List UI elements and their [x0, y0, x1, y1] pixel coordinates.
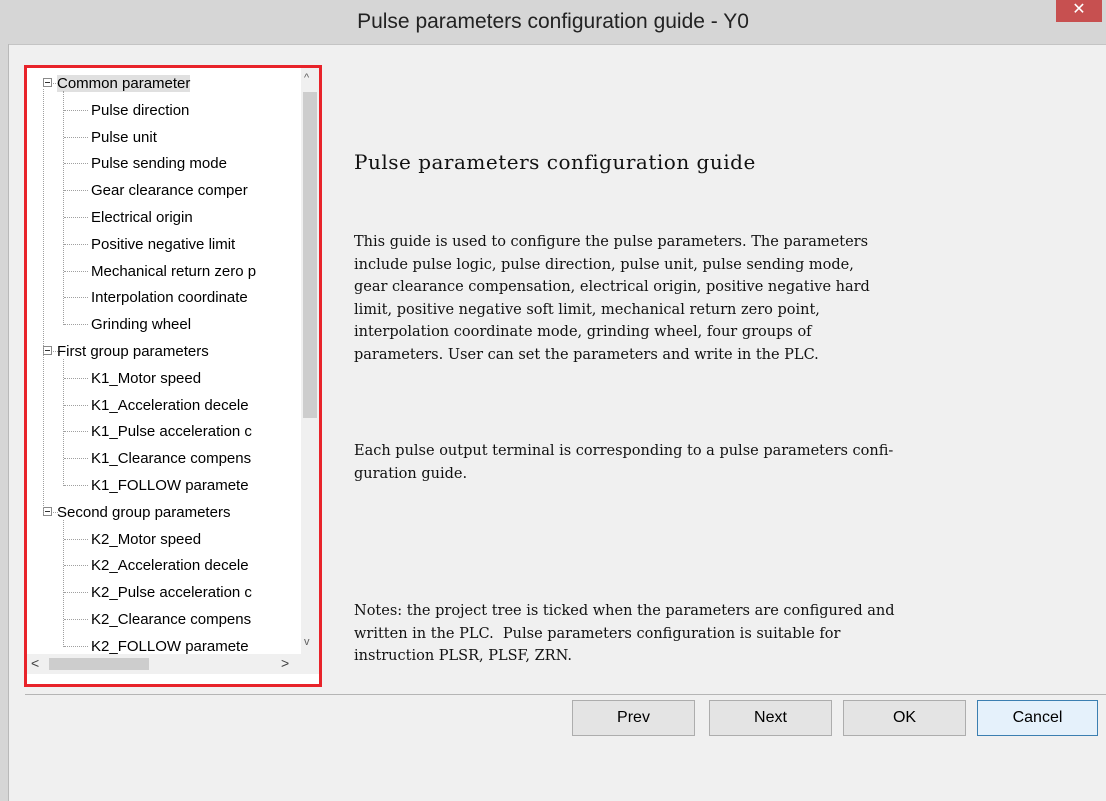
- window-title: Pulse parameters configuration guide - Y…: [357, 10, 749, 33]
- close-button[interactable]: ✕: [1056, 0, 1102, 22]
- cancel-button[interactable]: Cancel: [977, 700, 1098, 736]
- button-separator: [25, 694, 1106, 695]
- description-title: Pulse parameters configuration guide: [354, 150, 756, 174]
- ok-button[interactable]: OK: [843, 700, 966, 736]
- close-icon: ✕: [1072, 1, 1086, 18]
- left-frame-edge: [0, 44, 9, 801]
- dialog-window: Pulse parameters configuration guide - Y…: [0, 0, 1106, 801]
- description-paragraph-3: Notes: the project tree is ticked when t…: [354, 603, 895, 664]
- prev-button[interactable]: Prev: [572, 700, 695, 736]
- tree-highlight-box: [24, 65, 322, 687]
- description-paragraph-1: This guide is used to configure the puls…: [354, 234, 870, 363]
- next-button[interactable]: Next: [709, 700, 832, 736]
- description-paragraph-2: Each pulse output terminal is correspond…: [354, 443, 894, 482]
- dialog-content: Common parameter Pulse direction Pulse uni…: [9, 45, 1106, 801]
- title-bar: Pulse parameters configuration guide - Y…: [0, 0, 1106, 45]
